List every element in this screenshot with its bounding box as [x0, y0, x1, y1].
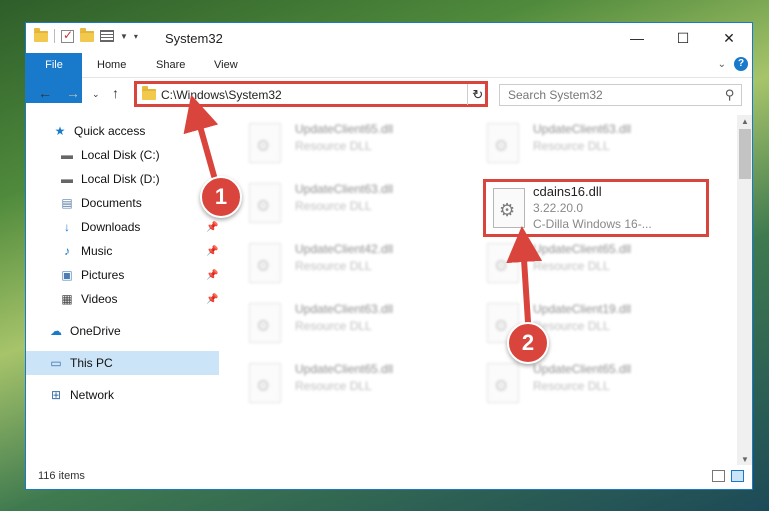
sidebar-item-music[interactable]: ♪ Music 📌: [26, 239, 219, 263]
refresh-button[interactable]: ↻: [467, 84, 488, 105]
dll-file-icon: [249, 123, 281, 163]
tab-home[interactable]: Home: [97, 53, 126, 77]
vertical-scrollbar[interactable]: ▲ ▼: [737, 115, 752, 467]
large-icons-view-icon[interactable]: [731, 470, 744, 482]
chevron-down-icon[interactable]: ▼: [120, 32, 128, 41]
file-item[interactable]: UpdateClient42.dll Resource DLL: [249, 239, 469, 289]
new-folder-icon[interactable]: [80, 27, 94, 42]
close-button[interactable]: ✕: [706, 23, 752, 53]
folder-icon: [142, 86, 156, 100]
address-bar[interactable]: C:\Windows\System32 ⌄: [134, 81, 488, 107]
sidebar-item-onedrive[interactable]: ☁ OneDrive: [26, 319, 219, 343]
item-count: 116 items: [38, 470, 85, 482]
downloads-icon: ↓: [64, 220, 70, 234]
tab-view[interactable]: View: [214, 53, 238, 77]
highlighted-file-cdains16[interactable]: cdains16.dll 3.22.20.0 C-Dilla Windows 1…: [483, 179, 709, 237]
sidebar-item-local-disk-d[interactable]: ▬ Local Disk (D:): [26, 167, 219, 191]
drive-icon: ▬: [61, 172, 73, 186]
search-placeholder: Search System32: [508, 88, 603, 102]
sidebar-item-downloads[interactable]: ↓ Downloads 📌: [26, 215, 219, 239]
file-item[interactable]: UpdateClient63.dll Resource DLL: [487, 119, 707, 169]
scroll-thumb[interactable]: [739, 129, 751, 179]
sidebar-item-quick-access[interactable]: ★ Quick access: [26, 119, 219, 143]
file-item[interactable]: UpdateClient65.dll Resource DLL: [249, 119, 469, 169]
dll-file-icon: [249, 363, 281, 403]
recent-locations-icon[interactable]: ⌄: [92, 89, 100, 100]
sidebar-item-local-disk-c[interactable]: ▬ Local Disk (C:): [26, 143, 219, 167]
tab-share[interactable]: Share: [156, 53, 185, 77]
pictures-icon: ▣: [61, 268, 73, 282]
pin-icon[interactable]: 📌: [206, 294, 218, 305]
file-name: cdains16.dll: [533, 184, 602, 199]
ribbon-tabs: File Home Share View ⌄ ?: [26, 53, 752, 103]
explorer-window: ▼ ▾ System32 — ☐ ✕ File Home Share View …: [25, 22, 753, 490]
file-item[interactable]: UpdateClient65.dll Resource DLL: [487, 359, 707, 409]
file-list: UpdateClient65.dll Resource DLL UpdateCl…: [221, 115, 737, 460]
maximize-button[interactable]: ☐: [660, 23, 706, 53]
network-icon: ⊞: [50, 388, 62, 402]
window-controls: — ☐ ✕: [614, 23, 752, 53]
properties-check-icon[interactable]: [61, 28, 74, 43]
details-view-icon[interactable]: [712, 470, 725, 482]
minimize-button[interactable]: —: [614, 23, 660, 53]
dll-file-icon: [249, 183, 281, 223]
help-icon[interactable]: ?: [734, 57, 748, 71]
sidebar-item-pictures[interactable]: ▣ Pictures 📌: [26, 263, 219, 287]
step-marker-1: 1: [200, 176, 242, 218]
view-switcher: [712, 470, 744, 482]
videos-icon: ▦: [61, 292, 73, 306]
file-item[interactable]: UpdateClient63.dll Resource DLL: [249, 299, 469, 349]
address-row: ← → ⌄ ↑ C:\Windows\System32 ⌄ ↻ Search S…: [26, 78, 752, 112]
step-marker-2: 2: [507, 322, 549, 364]
status-bar: 116 items: [26, 465, 752, 489]
customize-toolbar-icon[interactable]: ▾: [134, 32, 138, 41]
pc-icon: ▭: [50, 356, 62, 370]
drive-icon: ▬: [61, 148, 73, 162]
file-item[interactable]: UpdateClient63.dll Resource DLL: [249, 179, 469, 229]
file-item[interactable]: UpdateClient65.dll Resource DLL: [487, 239, 707, 289]
music-icon: ♪: [64, 244, 70, 258]
dll-file-icon: [487, 363, 519, 403]
sidebar-item-documents[interactable]: ▤ Documents: [26, 191, 219, 215]
forward-arrow-icon[interactable]: →: [66, 85, 80, 101]
file-version: 3.22.20.0: [533, 201, 584, 215]
dll-file-icon: [487, 243, 519, 283]
dll-file-icon: [487, 123, 519, 163]
dll-file-icon: [249, 243, 281, 283]
chevron-up-icon[interactable]: ⌄: [718, 59, 726, 70]
title-bar: ▼ ▾ System32 — ☐ ✕: [26, 23, 752, 53]
quick-access-toolbar: ▼ ▾: [34, 27, 138, 43]
file-item[interactable]: UpdateClient65.dll Resource DLL: [249, 359, 469, 409]
sidebar-item-network[interactable]: ⊞ Network: [26, 383, 219, 407]
up-arrow-icon[interactable]: ↑: [112, 85, 119, 101]
toolbar-divider: [54, 29, 55, 43]
file-description: C-Dilla Windows 16-...: [533, 217, 652, 231]
refresh-icon: ↻: [472, 86, 484, 102]
folder-icon: [34, 27, 48, 42]
navigation-pane: ★ Quick access ▬ Local Disk (C:) ▬ Local…: [26, 115, 219, 460]
list-icon[interactable]: [100, 30, 114, 42]
scroll-up-icon[interactable]: ▲: [737, 115, 752, 129]
sidebar-item-this-pc[interactable]: ▭ This PC: [26, 351, 219, 375]
address-path[interactable]: C:\Windows\System32: [161, 88, 282, 102]
pin-icon[interactable]: 📌: [206, 270, 218, 281]
pin-icon[interactable]: 📌: [206, 246, 218, 257]
documents-icon: ▤: [61, 196, 73, 210]
ribbon-right: ⌄ ?: [718, 57, 748, 71]
dll-file-icon: [493, 188, 525, 228]
search-input[interactable]: Search System32 ⚲: [499, 84, 742, 106]
search-icon[interactable]: ⚲: [725, 87, 735, 103]
back-arrow-icon[interactable]: ←: [38, 85, 52, 101]
star-icon: ★: [54, 124, 66, 138]
sidebar-item-videos[interactable]: ▦ Videos 📌: [26, 287, 219, 311]
onedrive-icon: ☁: [50, 324, 62, 338]
window-title: System32: [165, 31, 223, 46]
dll-file-icon: [249, 303, 281, 343]
pin-icon[interactable]: 📌: [206, 222, 218, 233]
